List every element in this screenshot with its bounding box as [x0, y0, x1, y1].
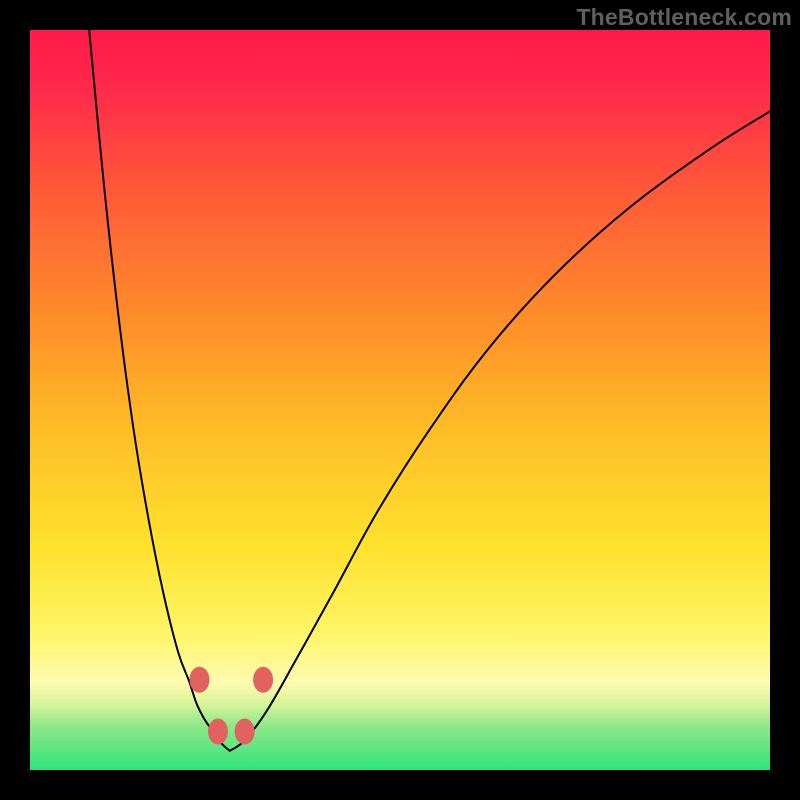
gradient-background [30, 30, 770, 770]
bottleneck-chart [30, 30, 770, 770]
marker-right-lower [235, 719, 255, 745]
chart-plot-area [30, 30, 770, 770]
attribution-text: TheBottleneck.com [576, 4, 792, 31]
marker-left-upper [189, 667, 209, 693]
marker-left-lower [208, 719, 228, 745]
marker-right-upper [253, 667, 273, 693]
